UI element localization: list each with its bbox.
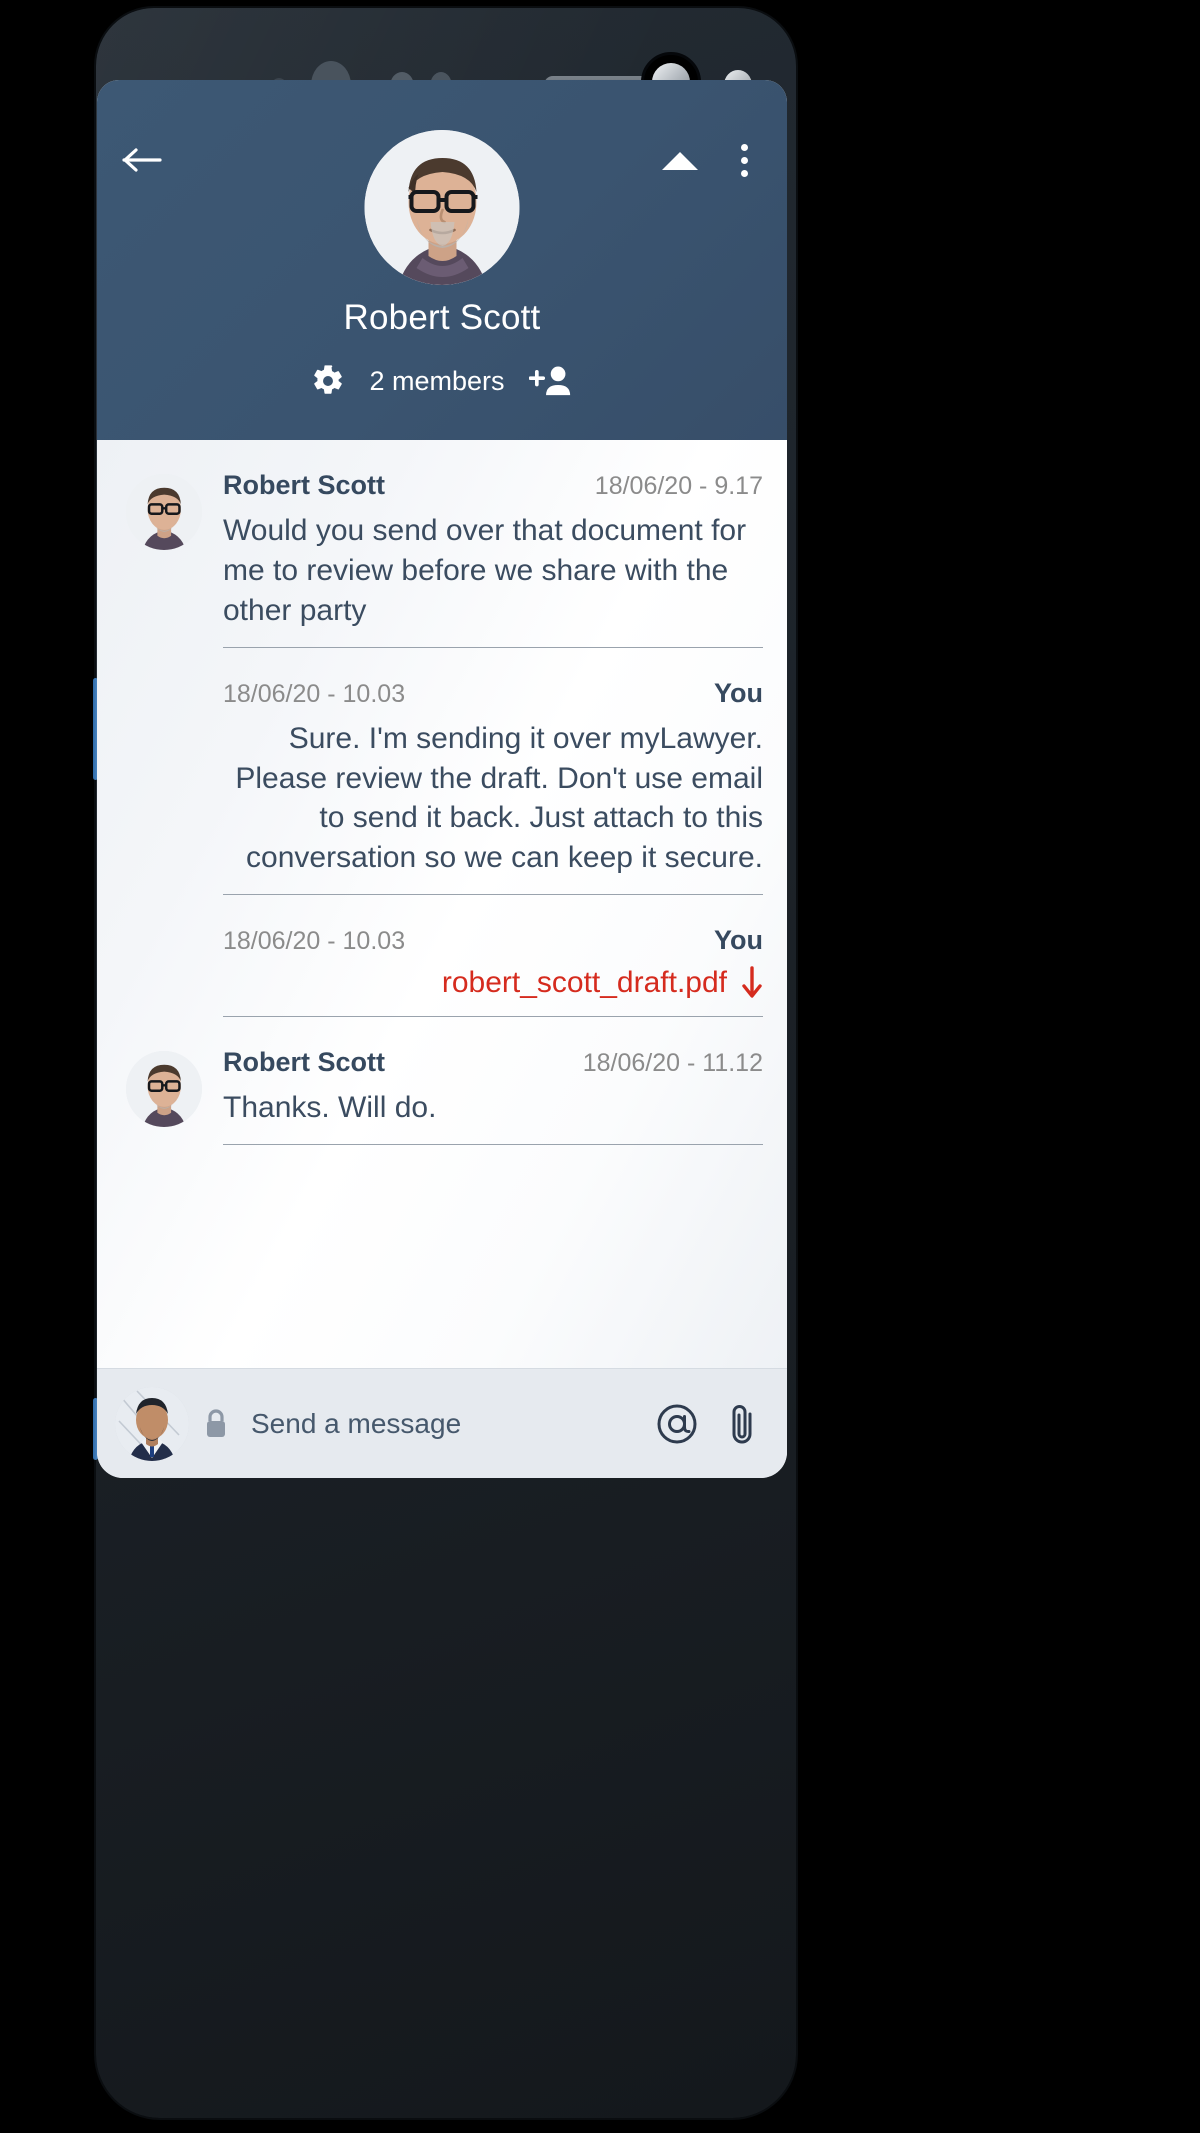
chat-header: Robert Scott 2 members [97, 80, 787, 440]
message-sender: Robert Scott [223, 470, 385, 500]
avatar-portrait-icon [126, 474, 202, 550]
conversation-settings-button[interactable] [311, 364, 345, 398]
message-timestamp: 18/06/20 - 10.03 [223, 679, 406, 708]
message-text: Sure. I'm sending it over myLawyer. Plea… [235, 721, 763, 875]
current-user-avatar[interactable] [115, 1386, 189, 1461]
message-meta: 18/06/20 - 10.03 You [223, 674, 763, 719]
arrow-left-icon [122, 148, 162, 172]
message-sender: Robert Scott [223, 1047, 385, 1078]
message-sender: You [714, 925, 763, 956]
members-count-label: 2 members [369, 365, 505, 396]
message-body: Robert Scott 18/06/20 - 9.17 Would you s… [223, 466, 763, 648]
collapse-header-button[interactable] [659, 142, 701, 178]
more-vertical-icon [740, 156, 748, 164]
message-body: 18/06/20 - 10.03 You robert_scott_draft.… [223, 921, 763, 1018]
message-avatar-cell [105, 674, 223, 896]
add-member-button[interactable] [528, 364, 573, 398]
message-text: Would you send over that document for me… [223, 514, 747, 627]
contact-avatar[interactable] [364, 130, 520, 285]
message-sender: You [714, 677, 763, 708]
avatar [126, 474, 202, 550]
header-meta-row: 2 members [97, 364, 787, 398]
message-list[interactable]: Robert Scott 18/06/20 - 9.17 Would you s… [97, 440, 787, 1368]
message-timestamp: 18/06/20 - 9.17 [594, 472, 763, 500]
paperclip-icon [732, 1404, 752, 1443]
message-meta: Robert Scott 18/06/20 - 11.12 [223, 1043, 763, 1088]
message-item[interactable]: 18/06/20 - 10.03 You Sure. I'm sending i… [97, 674, 787, 896]
message-item[interactable]: Robert Scott 18/06/20 - 11.12 Thanks. Wi… [97, 1043, 787, 1146]
more-vertical-icon [740, 143, 748, 151]
at-mention-icon [657, 1404, 697, 1443]
message-avatar-cell [105, 1043, 223, 1145]
attach-file-button[interactable] [725, 1401, 759, 1447]
mention-button[interactable] [655, 1402, 699, 1446]
message-avatar-cell [105, 466, 223, 648]
avatar [126, 1051, 202, 1128]
message-item[interactable]: Robert Scott 18/06/20 - 9.17 Would you s… [97, 466, 787, 648]
avatar-placeholder [126, 682, 202, 758]
back-button[interactable] [120, 142, 166, 178]
lock-icon [203, 1408, 229, 1440]
message-meta: Robert Scott 18/06/20 - 9.17 [223, 466, 763, 511]
message-body: 18/06/20 - 10.03 You Sure. I'm sending i… [223, 674, 763, 896]
triangle-up-icon [662, 152, 698, 170]
message-body: Robert Scott 18/06/20 - 11.12 Thanks. Wi… [223, 1043, 763, 1146]
message-meta: 18/06/20 - 10.03 You [223, 921, 763, 966]
overflow-menu-button[interactable] [727, 138, 761, 182]
message-input[interactable] [243, 1407, 629, 1440]
message-text: Thanks. Will do. [223, 1091, 437, 1125]
person-add-icon [528, 366, 570, 396]
message-timestamp: 18/06/20 - 11.12 [582, 1049, 763, 1078]
avatar-placeholder [126, 929, 202, 1005]
attachment-filename: robert_scott_draft.pdf [441, 966, 727, 1000]
avatar-portrait-icon [126, 1051, 202, 1128]
message-avatar-cell [105, 921, 223, 1017]
message-item[interactable]: 18/06/20 - 10.03 You robert_scott_draft.… [97, 921, 787, 1018]
attachment-download-link[interactable]: robert_scott_draft.pdf [223, 966, 763, 1000]
page-title: Robert Scott [343, 298, 541, 337]
more-vertical-icon [740, 169, 748, 177]
message-composer [97, 1368, 787, 1478]
download-arrow-icon[interactable] [741, 966, 763, 1000]
avatar-portrait-icon [364, 130, 520, 285]
avatar-portrait-icon [115, 1386, 189, 1461]
phone-screen: Robert Scott 2 members Robert Scott 18/0… [97, 80, 787, 1478]
message-timestamp: 18/06/20 - 10.03 [223, 927, 406, 956]
gear-icon [314, 365, 343, 394]
